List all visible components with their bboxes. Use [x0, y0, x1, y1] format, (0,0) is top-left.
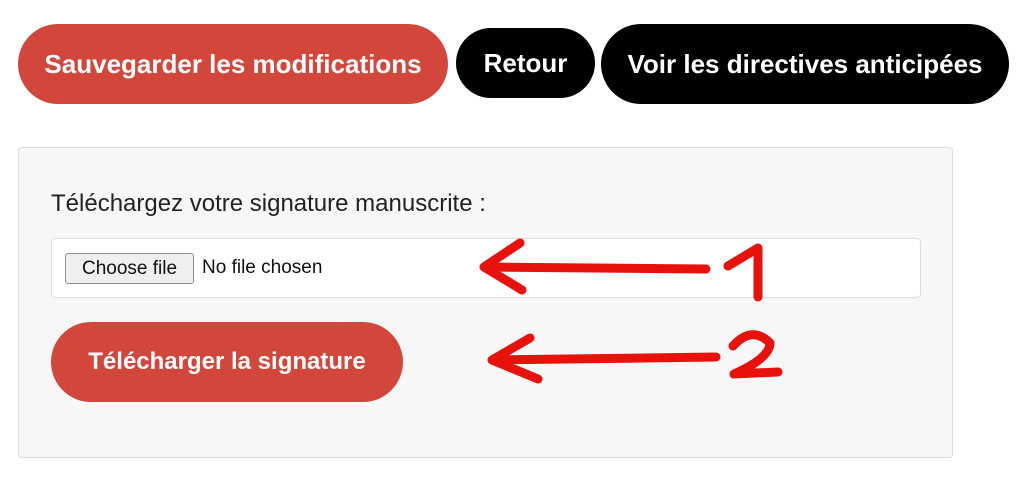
signature-upload-panel: Téléchargez votre signature manuscrite :…: [18, 147, 953, 458]
signature-upload-label: Téléchargez votre signature manuscrite :: [51, 190, 486, 217]
choose-file-button[interactable]: Choose file: [65, 253, 194, 284]
upload-signature-button[interactable]: Télécharger la signature: [51, 322, 403, 402]
file-input[interactable]: Choose file No file chosen: [51, 238, 921, 298]
save-changes-button[interactable]: Sauvegarder les modifications: [18, 24, 448, 104]
file-status-text: No file chosen: [202, 257, 323, 278]
back-button[interactable]: Retour: [456, 28, 595, 98]
action-toolbar: Sauvegarder les modifications Retour Voi…: [0, 0, 1024, 120]
view-directives-button[interactable]: Voir les directives anticipées: [601, 24, 1009, 104]
